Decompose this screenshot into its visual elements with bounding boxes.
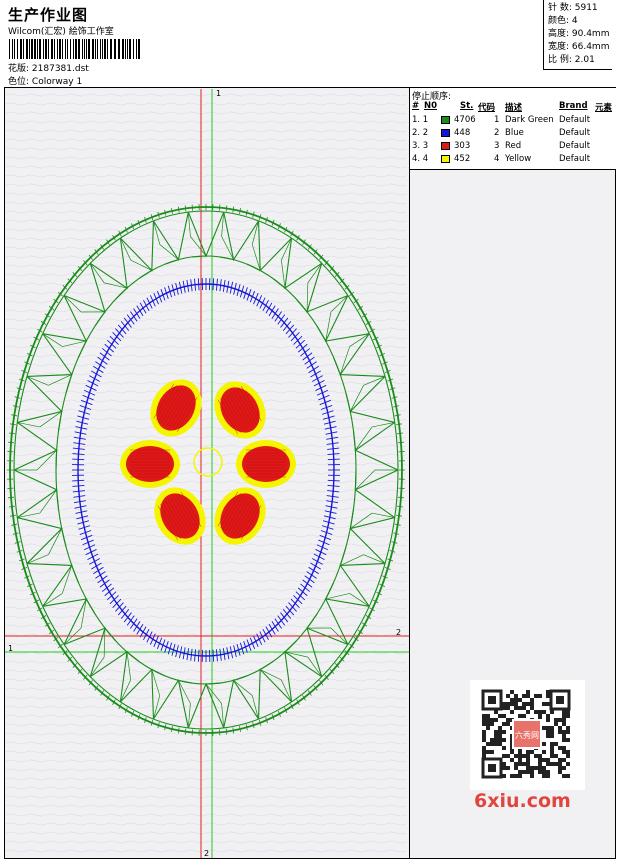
row-code: 1 [494,115,500,125]
row-brand: Default [559,154,591,164]
col-description: 描述 [505,103,523,113]
pattern-file: 2187381.dst [31,64,89,74]
row-code: 2 [494,128,500,138]
design-scale: 比 例: 2.01 [548,55,595,65]
row-description: Yellow [505,154,532,164]
row-order: 3. 3 [412,141,429,151]
row-code: 3 [494,141,500,151]
row-order: 4. 4 [412,154,429,164]
design-width: 宽度: 66.4mm [548,42,610,52]
page-title: 生产作业图 [8,6,89,24]
color-count: 颜色: 4 [548,16,578,26]
row-order: 1. 1 [412,115,429,125]
col-element: 元素 [595,103,613,113]
col-hash: # [412,101,420,111]
axis-h-left-label: 1 [8,644,14,653]
stop-sequence-panel: 停止顺序: # N0 St. 代码 描述 Brand 元素 1. 1 4706 1 D… [409,88,616,170]
row-stitches: 452 [454,154,471,164]
axis-h-right-label: 2 [396,628,402,637]
page-header: 生产作业图 Wilcom(汇宏) 絵饰工作室 花版: 2187381.dst 色… [4,3,616,88]
colorway-label: 色位: [8,77,30,87]
color-swatch [441,116,450,124]
axis-v-bottom-label: 2 [204,849,210,858]
pattern-line: 花版: 2187381.dst [8,61,89,74]
pattern-label: 花版: [8,64,30,74]
row-stitches: 448 [454,128,471,138]
axis-v-top-label: 1 [216,89,222,98]
color-swatch [441,155,450,163]
row-stitches: 4706 [454,115,476,125]
design-height: 高度: 90.4mm [548,29,610,39]
row-brand: Default [559,128,591,138]
row-brand: Default [559,141,591,151]
barcode [9,39,140,59]
stitch-count: 针 数: 5911 [548,3,598,13]
row-code: 4 [494,154,500,164]
color-swatch [441,129,450,137]
col-no: N0 [424,101,438,111]
site-logo: 6xiu.com [474,790,571,812]
row-description: Blue [505,128,524,138]
row-order: 2. 2 [412,128,429,138]
row-stitches: 303 [454,141,471,151]
col-code: 代码 [478,103,496,113]
colorway-value: Colorway 1 [31,77,83,87]
color-swatch [441,142,450,150]
design-stats: 针 数: 5911 颜色: 4 高度: 90.4mm 宽度: 66.4mm 比 … [543,0,612,70]
row-description: Dark Green [505,115,554,125]
panel-divider [409,170,410,859]
qr-code: 六秀网 [470,680,585,790]
col-stitches: St. [460,101,474,111]
svg-text:六秀网: 六秀网 [515,730,539,740]
studio-name: Wilcom(汇宏) 絵饰工作室 [8,27,114,37]
col-brand: Brand [559,101,588,111]
colorway-line: 色位: Colorway 1 [8,74,82,87]
row-description: Red [505,141,522,151]
row-brand: Default [559,115,591,125]
